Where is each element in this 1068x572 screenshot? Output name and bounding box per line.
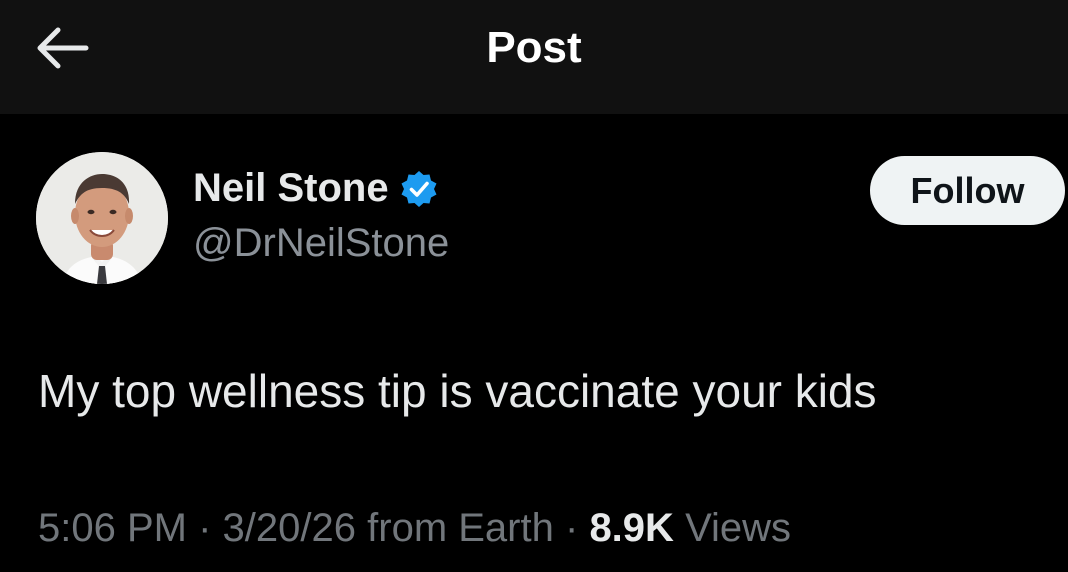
author-name-row[interactable]: Neil Stone — [193, 166, 439, 211]
page-title: Post — [486, 23, 582, 72]
post-date[interactable]: 3/20/26 — [223, 506, 356, 550]
post-time[interactable]: 5:06 PM — [38, 506, 187, 550]
post-source: from Earth — [367, 506, 554, 550]
views-label[interactable]: Views — [685, 506, 791, 550]
verified-badge-icon[interactable] — [399, 169, 439, 209]
top-bar: Post — [0, 0, 1068, 114]
profile-photo — [36, 152, 168, 284]
meta-separator: · — [564, 506, 579, 550]
post-text: My top wellness tip is vaccinate your ki… — [38, 365, 877, 417]
post-meta: 5:06 PM · 3/20/26 from Earth · 8.9K View… — [38, 506, 791, 551]
meta-separator: · — [198, 506, 212, 550]
views-count[interactable]: 8.9K — [589, 506, 674, 550]
follow-button[interactable]: Follow — [870, 156, 1065, 225]
author-name[interactable]: Neil Stone — [193, 166, 389, 211]
avatar[interactable] — [36, 152, 168, 284]
author-handle[interactable]: @DrNeilStone — [193, 221, 449, 266]
